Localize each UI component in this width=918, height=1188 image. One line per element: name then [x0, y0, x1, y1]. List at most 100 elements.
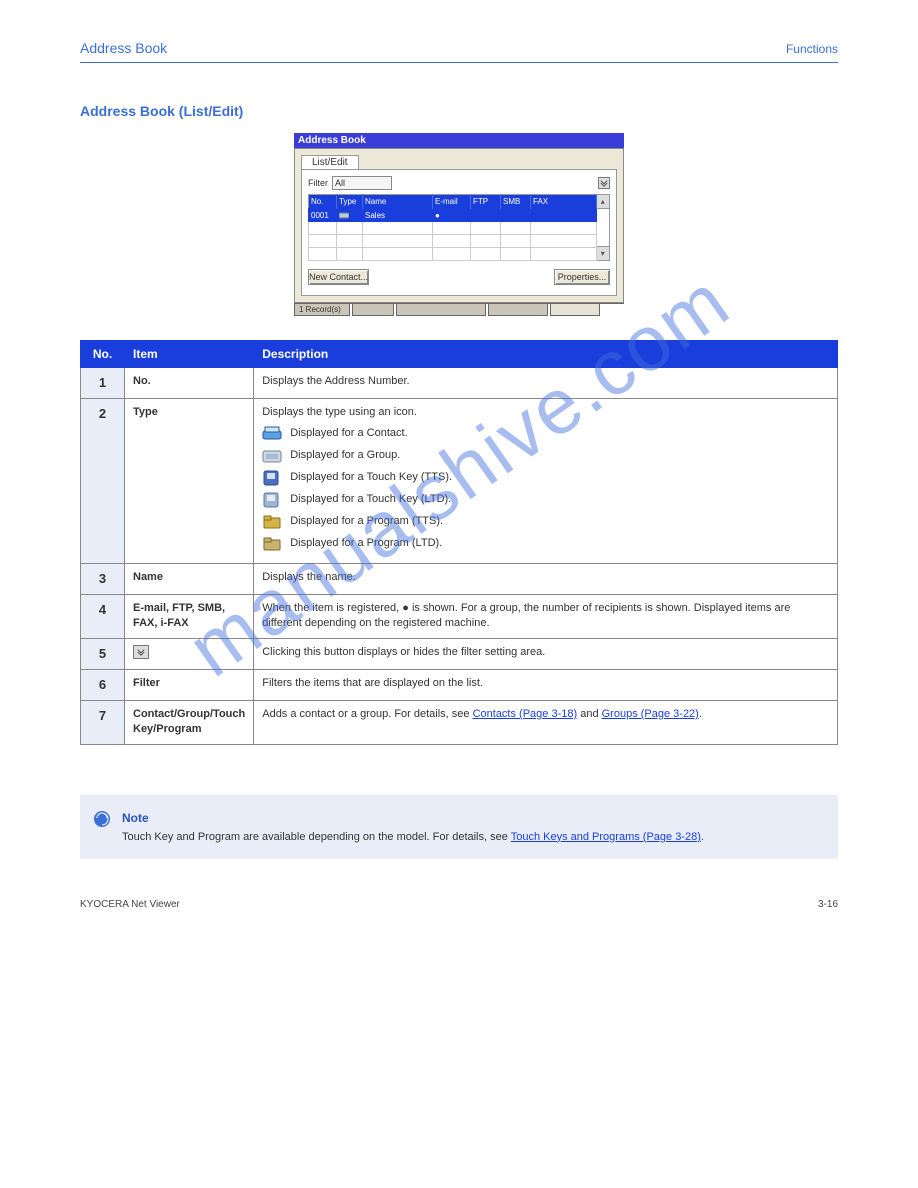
cell-ftp — [471, 209, 501, 222]
note-text: . — [701, 831, 704, 843]
th-description: Description — [254, 341, 838, 368]
icon-label: Displayed for a Contact. — [290, 426, 407, 441]
cell-no: 3 — [81, 563, 125, 594]
cell-item: Filter — [125, 669, 254, 700]
cell-no: 5 — [81, 638, 125, 669]
cell-desc: Filters the items that are displayed on … — [254, 669, 838, 700]
scanner-icon — [262, 425, 282, 443]
cell-no: 4 — [81, 594, 125, 638]
program-ltd-icon — [262, 535, 282, 553]
status-slot4 — [550, 304, 600, 316]
cell-item: No. — [125, 368, 254, 399]
status-slot1 — [352, 304, 394, 316]
col-email[interactable]: E-mail — [433, 195, 471, 209]
col-fax[interactable]: FAX — [531, 195, 597, 209]
header-left: Address Book — [80, 40, 167, 56]
note-box: Note Touch Key and Program are available… — [80, 795, 838, 860]
desc-row-1: 1 No. Displays the Address Number. — [81, 368, 838, 399]
section-title: Address Book (List/Edit) — [80, 103, 838, 119]
cell-name: Sales — [363, 209, 433, 222]
cell-no: 0001 — [309, 209, 337, 222]
desc-text: and — [580, 708, 601, 720]
cell-fax — [531, 209, 597, 222]
desc-row-4: 4 E-mail, FTP, SMB, FAX, i-FAX When the … — [81, 594, 838, 638]
cell-no: 2 — [81, 399, 125, 563]
col-no[interactable]: No. — [309, 195, 337, 209]
cell-type — [337, 209, 363, 222]
cell-item: Type — [125, 399, 254, 563]
cell-no: 1 — [81, 368, 125, 399]
desc-row-5: 5 Clicking this button displays or hides… — [81, 638, 838, 669]
desc-intro: Displays the type using an icon. — [262, 405, 829, 420]
col-ftp[interactable]: FTP — [471, 195, 501, 209]
col-smb[interactable]: SMB — [501, 195, 531, 209]
th-item: Item — [125, 341, 254, 368]
col-type[interactable]: Type — [337, 195, 363, 209]
cell-item: Contact/Group/Touch Key/Program — [125, 700, 254, 744]
th-no: No. — [81, 341, 125, 368]
filter-value: All — [335, 178, 345, 188]
address-book-dialog: Address Book List/Edit Filter All No. — [294, 133, 624, 316]
tab-list-edit[interactable]: List/Edit — [301, 155, 359, 169]
cell-no: 6 — [81, 669, 125, 700]
address-grid[interactable]: No. Type Name E-mail FTP SMB FAX 0001 Sa… — [308, 194, 597, 261]
page-footer: KYOCERA Net Viewer 3-16 — [80, 899, 838, 910]
filter-select[interactable]: All — [332, 176, 392, 190]
toggle-filter-button[interactable] — [598, 177, 610, 189]
cell-desc: Displays the name. — [254, 563, 838, 594]
group-icon — [262, 447, 282, 465]
dialog-titlebar: Address Book — [294, 133, 624, 148]
desc-text: Adds a contact or a group. For details, … — [262, 708, 472, 720]
touch-ltd-icon — [262, 491, 282, 509]
header-right: Functions — [786, 42, 838, 56]
touch-tts-icon — [262, 469, 282, 487]
grid-row[interactable] — [309, 235, 597, 248]
chevron-down-icon — [133, 645, 149, 659]
filter-label: Filter — [308, 178, 328, 188]
grid-row[interactable] — [309, 222, 597, 235]
grid-row[interactable] — [309, 248, 597, 261]
icon-label: Displayed for a Group. — [290, 448, 400, 463]
cell-desc: Displays the Address Number. — [254, 368, 838, 399]
cell-item: E-mail, FTP, SMB, FAX, i-FAX — [125, 594, 254, 638]
desc-row-6: 6 Filter Filters the items that are disp… — [81, 669, 838, 700]
desc-text: . — [699, 708, 702, 720]
icon-label: Displayed for a Touch Key (LTD). — [290, 492, 451, 507]
link-groups[interactable]: Groups (Page 3-22) — [602, 708, 699, 720]
note-icon — [92, 809, 112, 829]
desc-row-3: 3 Name Displays the name. — [81, 563, 838, 594]
filter-row: Filter All — [308, 176, 610, 190]
status-bar: 1 Record(s) — [294, 303, 624, 316]
icon-label: Displayed for a Program (LTD). — [290, 536, 442, 551]
cell-desc: Adds a contact or a group. For details, … — [254, 700, 838, 744]
properties-button[interactable]: Properties... — [554, 269, 610, 285]
scroll-up-icon[interactable]: ▴ — [597, 195, 609, 209]
cell-desc: Clicking this button displays or hides t… — [254, 638, 838, 669]
cell-smb — [501, 209, 531, 222]
icon-label: Displayed for a Touch Key (TTS). — [290, 470, 452, 485]
note-text: Touch Key and Program are available depe… — [122, 831, 511, 843]
cell-no: 7 — [81, 700, 125, 744]
desc-row-7: 7 Contact/Group/Touch Key/Program Adds a… — [81, 700, 838, 744]
cell-email: ● — [433, 209, 471, 222]
col-name[interactable]: Name — [363, 195, 433, 209]
cell-desc: When the item is registered, ● is shown.… — [254, 594, 838, 638]
cell-item: Name — [125, 563, 254, 594]
status-slot3 — [488, 304, 548, 316]
cell-desc: Displays the type using an icon. Display… — [254, 399, 838, 563]
program-tts-icon — [262, 513, 282, 531]
page-header: Address Book Functions — [80, 40, 838, 63]
scroll-down-icon[interactable]: ▾ — [597, 246, 609, 260]
grid-row-selected[interactable]: 0001 Sales ● — [309, 209, 597, 222]
cell-item — [125, 638, 254, 669]
icon-label: Displayed for a Program (TTS). — [290, 514, 443, 529]
grid-scrollbar[interactable]: ▴ ▾ — [597, 194, 610, 261]
description-table: No. Item Description 1 No. Displays the … — [80, 340, 838, 745]
status-count: 1 Record(s) — [294, 304, 350, 316]
desc-row-2: 2 Type Displays the type using an icon. … — [81, 399, 838, 563]
new-contact-button[interactable]: New Contact... — [308, 269, 369, 285]
footer-right: 3-16 — [818, 899, 838, 910]
link-touch-keys[interactable]: Touch Keys and Programs (Page 3-28) — [511, 831, 701, 843]
note-title: Note — [122, 809, 704, 827]
link-contacts[interactable]: Contacts (Page 3-18) — [473, 708, 578, 720]
